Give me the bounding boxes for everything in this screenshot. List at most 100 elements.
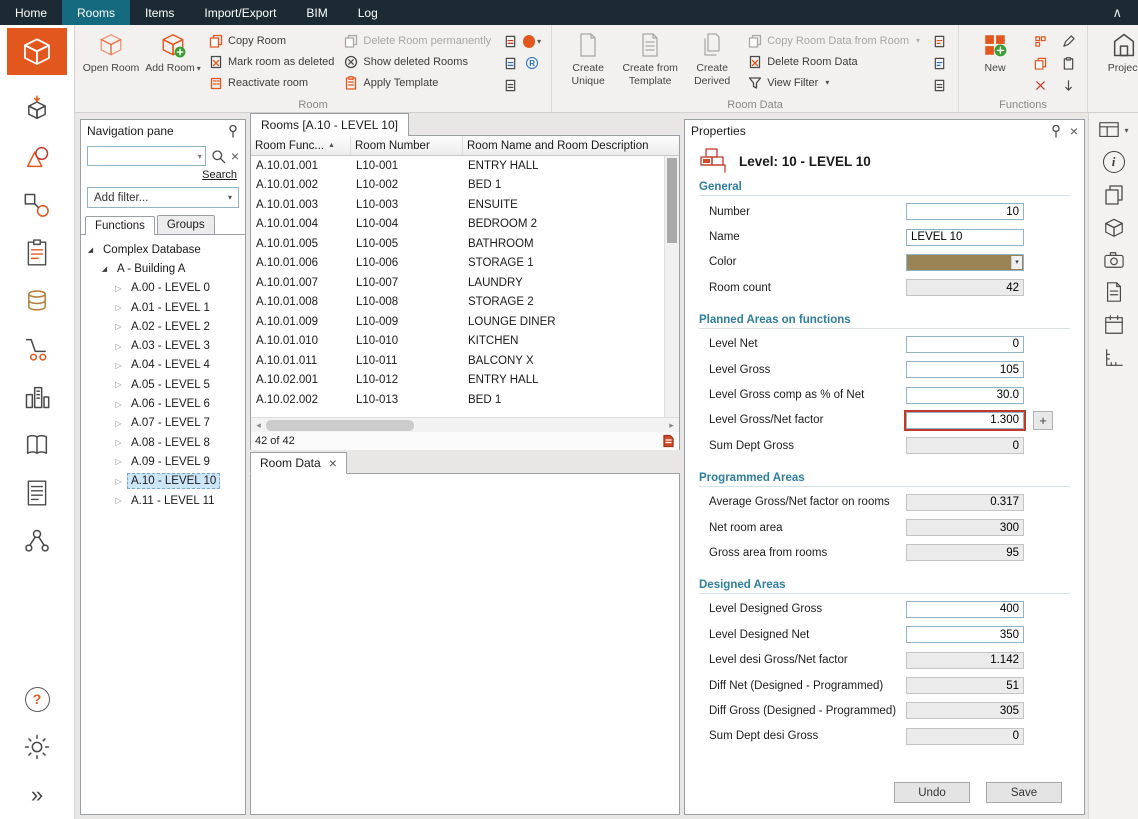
open-room-button[interactable]: Open Room [80, 28, 142, 96]
expand-arrow-icon[interactable]: ▷ [113, 303, 124, 312]
table-row[interactable]: A.10.02.001L10-012ENTRY HALL [251, 371, 664, 391]
table-row[interactable]: A.10.01.010L10-010KITCHEN [251, 332, 664, 352]
clear-search-icon[interactable]: × [231, 149, 239, 163]
organization-module-icon[interactable] [23, 521, 51, 561]
tree-item-a-05-level-5[interactable]: ▷A.05 - LEVEL 5 [81, 375, 245, 394]
reports-module-icon[interactable] [24, 473, 50, 513]
column-header-room-number[interactable]: Room Number [351, 136, 463, 155]
table-row[interactable]: A.10.01.006L10-006STORAGE 1 [251, 254, 664, 274]
field-input-level-gross-comp-as-of-net[interactable] [906, 387, 1024, 404]
rooms-module-icon[interactable] [7, 28, 67, 75]
delete-room-permanently-button[interactable]: Delete Room permanently [344, 32, 491, 49]
create-unique-button[interactable]: Create Unique [557, 28, 619, 96]
expand-arrow-icon[interactable]: ▷ [113, 496, 124, 505]
table-row[interactable]: A.10.01.004L10-004BEDROOM 2 [251, 215, 664, 235]
room-data-export-icon[interactable] [930, 32, 948, 50]
logistics-module-icon[interactable] [23, 329, 51, 369]
field-input-name[interactable] [906, 229, 1024, 246]
table-cell[interactable]: L10-003 [351, 199, 463, 211]
column-header-room-name-and-room-description[interactable]: Room Name and Room Description [463, 136, 664, 155]
field-input-level-net[interactable] [906, 336, 1024, 353]
expand-arrow-icon[interactable]: ▷ [113, 438, 124, 447]
table-cell[interactable]: BALCONY X [463, 355, 664, 367]
create-derived-button[interactable]: Create Derived [681, 28, 743, 96]
pin-icon[interactable] [227, 124, 239, 138]
systems-module-icon[interactable] [23, 185, 51, 225]
copy-room-data-from-room-button[interactable]: Copy Room Data from Room ▾ [748, 32, 920, 49]
table-cell[interactable]: L10-012 [351, 374, 463, 386]
table-cell[interactable]: A.10.02.001 [251, 374, 351, 386]
function-copy-icon[interactable] [1031, 54, 1049, 72]
tree-item-a-04-level-4[interactable]: ▷A.04 - LEVEL 4 [81, 356, 245, 375]
scroll-right-icon[interactable]: ▸ [664, 420, 679, 431]
field-input-number[interactable] [906, 203, 1024, 220]
copy-room-button[interactable]: Copy Room [209, 32, 334, 49]
table-cell[interactable]: L10-013 [351, 394, 463, 406]
field-input-level-designed-net[interactable] [906, 626, 1024, 643]
table-cell[interactable]: ENSUITE [463, 199, 664, 211]
add-planned-area-button[interactable]: + [1033, 411, 1053, 430]
create-from-template-button[interactable]: Create from Template [619, 28, 681, 96]
view-filter-button[interactable]: View Filter ▾ [748, 74, 920, 91]
menu-item-import-export[interactable]: Import/Export [189, 0, 291, 25]
table-row[interactable]: A.10.01.002L10-002BED 1 [251, 176, 664, 196]
expand-arrow-icon[interactable]: ▷ [113, 284, 124, 293]
table-cell[interactable]: L10-008 [351, 296, 463, 308]
table-cell[interactable]: BED 1 [463, 394, 664, 406]
menu-item-items[interactable]: Items [130, 0, 189, 25]
search-icon[interactable] [211, 149, 226, 164]
table-cell[interactable]: L10-011 [351, 355, 463, 367]
table-cell[interactable]: A.10.01.001 [251, 160, 351, 172]
table-row[interactable]: A.10.01.007L10-007LAUNDRY [251, 273, 664, 293]
tree-item-complex-database[interactable]: ◢Complex Database [81, 240, 245, 259]
tree-item-a-03-level-3[interactable]: ▷A.03 - LEVEL 3 [81, 336, 245, 355]
expand-arrow-icon[interactable]: ▷ [113, 419, 124, 428]
table-row[interactable]: A.10.01.001L10-001ENTRY HALL [251, 156, 664, 176]
table-cell[interactable]: STORAGE 2 [463, 296, 664, 308]
table-cell[interactable]: L10-004 [351, 218, 463, 230]
collapse-arrow-icon[interactable]: ◢ [85, 246, 96, 254]
project-button[interactable]: Project [1093, 28, 1138, 96]
table-cell[interactable]: A.10.02.002 [251, 394, 351, 406]
table-cell[interactable]: BEDROOM 2 [463, 218, 664, 230]
delete-room-data-button[interactable]: Delete Room Data [748, 53, 920, 70]
horizontal-scrollbar[interactable]: ◂ ▸ [251, 417, 679, 432]
table-cell[interactable]: A.10.01.010 [251, 335, 351, 347]
search-link[interactable]: Search [81, 167, 245, 184]
undo-button[interactable]: Undo [894, 782, 970, 803]
expand-arrow-icon[interactable]: ▷ [113, 477, 124, 486]
tab-groups[interactable]: Groups [157, 215, 215, 234]
table-cell[interactable]: BED 1 [463, 179, 664, 191]
table-cell[interactable]: L10-009 [351, 316, 463, 328]
table-row[interactable]: A.10.01.008L10-008STORAGE 2 [251, 293, 664, 313]
products-module-icon[interactable] [23, 137, 51, 177]
tree-item-a-10-level-10[interactable]: ▷A.10 - LEVEL 10 [81, 472, 245, 491]
menu-item-rooms[interactable]: Rooms [62, 0, 130, 25]
pin-icon[interactable] [1050, 124, 1062, 138]
catalog-module-icon[interactable] [23, 425, 51, 465]
table-cell[interactable]: A.10.01.007 [251, 277, 351, 289]
expand-arrow-icon[interactable]: ▷ [113, 361, 124, 370]
chevron-down-icon[interactable]: ▾ [198, 152, 202, 161]
function-delete-icon[interactable] [1031, 76, 1049, 94]
expand-arrow-icon[interactable]: ▷ [113, 342, 124, 351]
tab-functions[interactable]: Functions [85, 216, 155, 235]
info-panel-icon[interactable]: i [1103, 151, 1125, 173]
table-cell[interactable]: L10-007 [351, 277, 463, 289]
table-cell[interactable]: A.10.01.003 [251, 199, 351, 211]
add-filter-dropdown[interactable]: Add filter... ▾ [87, 187, 239, 208]
field-input-level-designed-gross[interactable] [906, 601, 1024, 618]
expand-arrow-icon[interactable]: ▷ [113, 380, 124, 389]
model-panel-icon[interactable] [1103, 217, 1125, 239]
table-row[interactable]: A.10.01.011L10-011BALCONY X [251, 351, 664, 371]
copy-link-icon[interactable] [501, 76, 519, 94]
table-cell[interactable]: A.10.01.006 [251, 257, 351, 269]
table-cell[interactable]: A.10.01.005 [251, 238, 351, 250]
table-row[interactable]: A.10.01.009L10-009LOUNGE DINER [251, 312, 664, 332]
expand-arrow-icon[interactable]: ▷ [113, 400, 124, 409]
collapse-arrow-icon[interactable]: ◢ [99, 265, 110, 273]
new-function-button[interactable]: New [964, 28, 1026, 96]
table-cell[interactable]: L10-001 [351, 160, 463, 172]
export-room-icon[interactable] [501, 32, 519, 50]
room-settings-icon[interactable]: ▾ [523, 32, 541, 50]
